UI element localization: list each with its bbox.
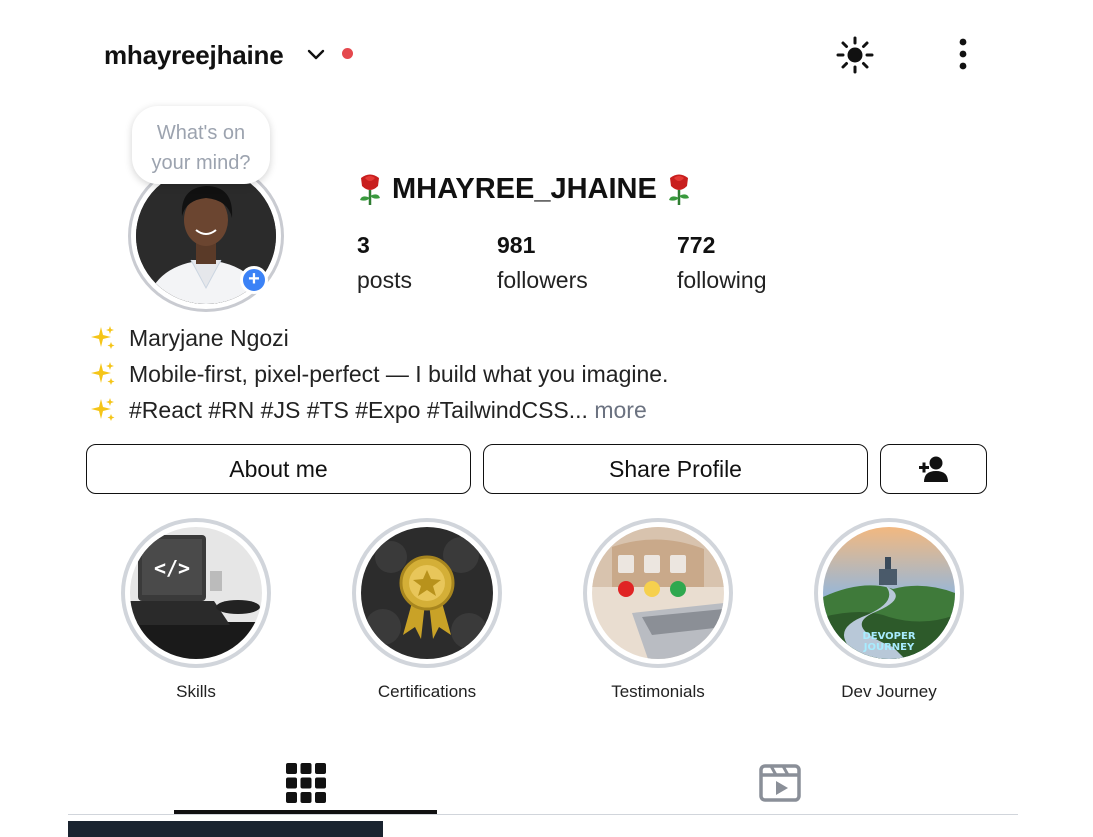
bio-line: #React #RN #JS #TS #Expo #TailwindCSS...… [90,392,668,428]
highlight-ring: </> [121,518,271,668]
active-tab-indicator [174,810,437,814]
profile-tabs [68,750,1018,815]
display-name: MHAYREE_JHAINE [356,172,693,206]
rose-icon [668,174,689,205]
stat-value: 981 [497,232,536,258]
stat-label: posts [357,267,412,293]
note-line-2: your mind? [151,152,251,174]
add-story-badge[interactable]: + [240,266,268,294]
bio-line: Mobile-first, pixel-perfect — I build wh… [90,356,668,392]
tab-reels[interactable] [648,750,911,815]
profile-header: mhayreejhaine [0,0,1093,110]
sun-icon[interactable] [836,36,874,74]
rose-icon [360,174,380,205]
note-line-1: What's on [156,122,246,144]
add-user-icon [918,456,948,482]
stat-value: 3 [357,232,370,258]
grid-icon [285,762,326,803]
highlight-certifications[interactable]: Certifications [352,518,502,702]
more-text: more [594,396,647,423]
bio-line: Maryjane Ngozi [90,320,668,356]
reels-icon [758,763,801,802]
sparkles-icon [91,326,115,349]
share-profile-button[interactable]: Share Profile [483,444,868,494]
bio-more-link[interactable]: more [588,396,647,424]
highlight-label: Skills [176,682,216,701]
stat-following[interactable]: 772 following [677,230,767,300]
more-vertical-icon[interactable] [952,36,974,74]
bio-text: #React #RN #JS #TS #Expo #TailwindCSS... [129,396,588,423]
sparkles-icon [91,398,115,421]
highlight-label: Certifications [377,682,477,701]
highlight-image: DEVOPER JOURNEY [823,527,955,659]
highlight-ring [352,518,502,668]
stat-label: followers [497,267,588,293]
highlight-skills[interactable]: </> Skills [121,518,271,702]
account-username[interactable]: mhayreejhaine [104,40,284,71]
chevron-down-icon[interactable] [305,44,327,66]
bio-text: Mobile-first, pixel-perfect — I build wh… [129,360,669,387]
sparkles-icon [91,362,115,385]
tab-posts-grid[interactable] [174,750,437,815]
highlight-image [361,527,493,659]
display-name-text: MHAYREE_JHAINE [392,172,657,205]
svg-text:</>: </> [154,556,190,580]
bio-text: Maryjane Ngozi [129,324,289,351]
add-user-button[interactable] [880,444,987,494]
bio: Maryjane Ngozi Mobile-first, pixel-perfe… [90,320,668,428]
highlight-image [592,527,724,659]
highlight-testimonials[interactable]: Testimonials [583,518,733,702]
highlight-label: Testimonials [611,682,705,701]
stat-label: following [677,267,767,293]
dev-journey-image-text: DEVOPER [862,631,915,642]
stat-followers[interactable]: 981 followers [497,230,588,300]
highlight-ring: DEVOPER JOURNEY [814,518,964,668]
highlight-ring [583,518,733,668]
dev-journey-image-text: JOURNEY [863,642,915,653]
highlight-image: </> [130,527,262,659]
highlight-dev-journey[interactable]: DEVOPER JOURNEY Dev Journey [814,518,964,702]
stat-value: 772 [677,232,716,258]
post-thumbnail[interactable] [68,821,383,837]
notification-dot [342,48,353,59]
stat-posts[interactable]: 3 posts [357,230,412,300]
note-bubble[interactable]: What's on your mind? [132,106,270,184]
about-me-button[interactable]: About me [86,444,471,494]
highlight-label: Dev Journey [841,682,937,701]
